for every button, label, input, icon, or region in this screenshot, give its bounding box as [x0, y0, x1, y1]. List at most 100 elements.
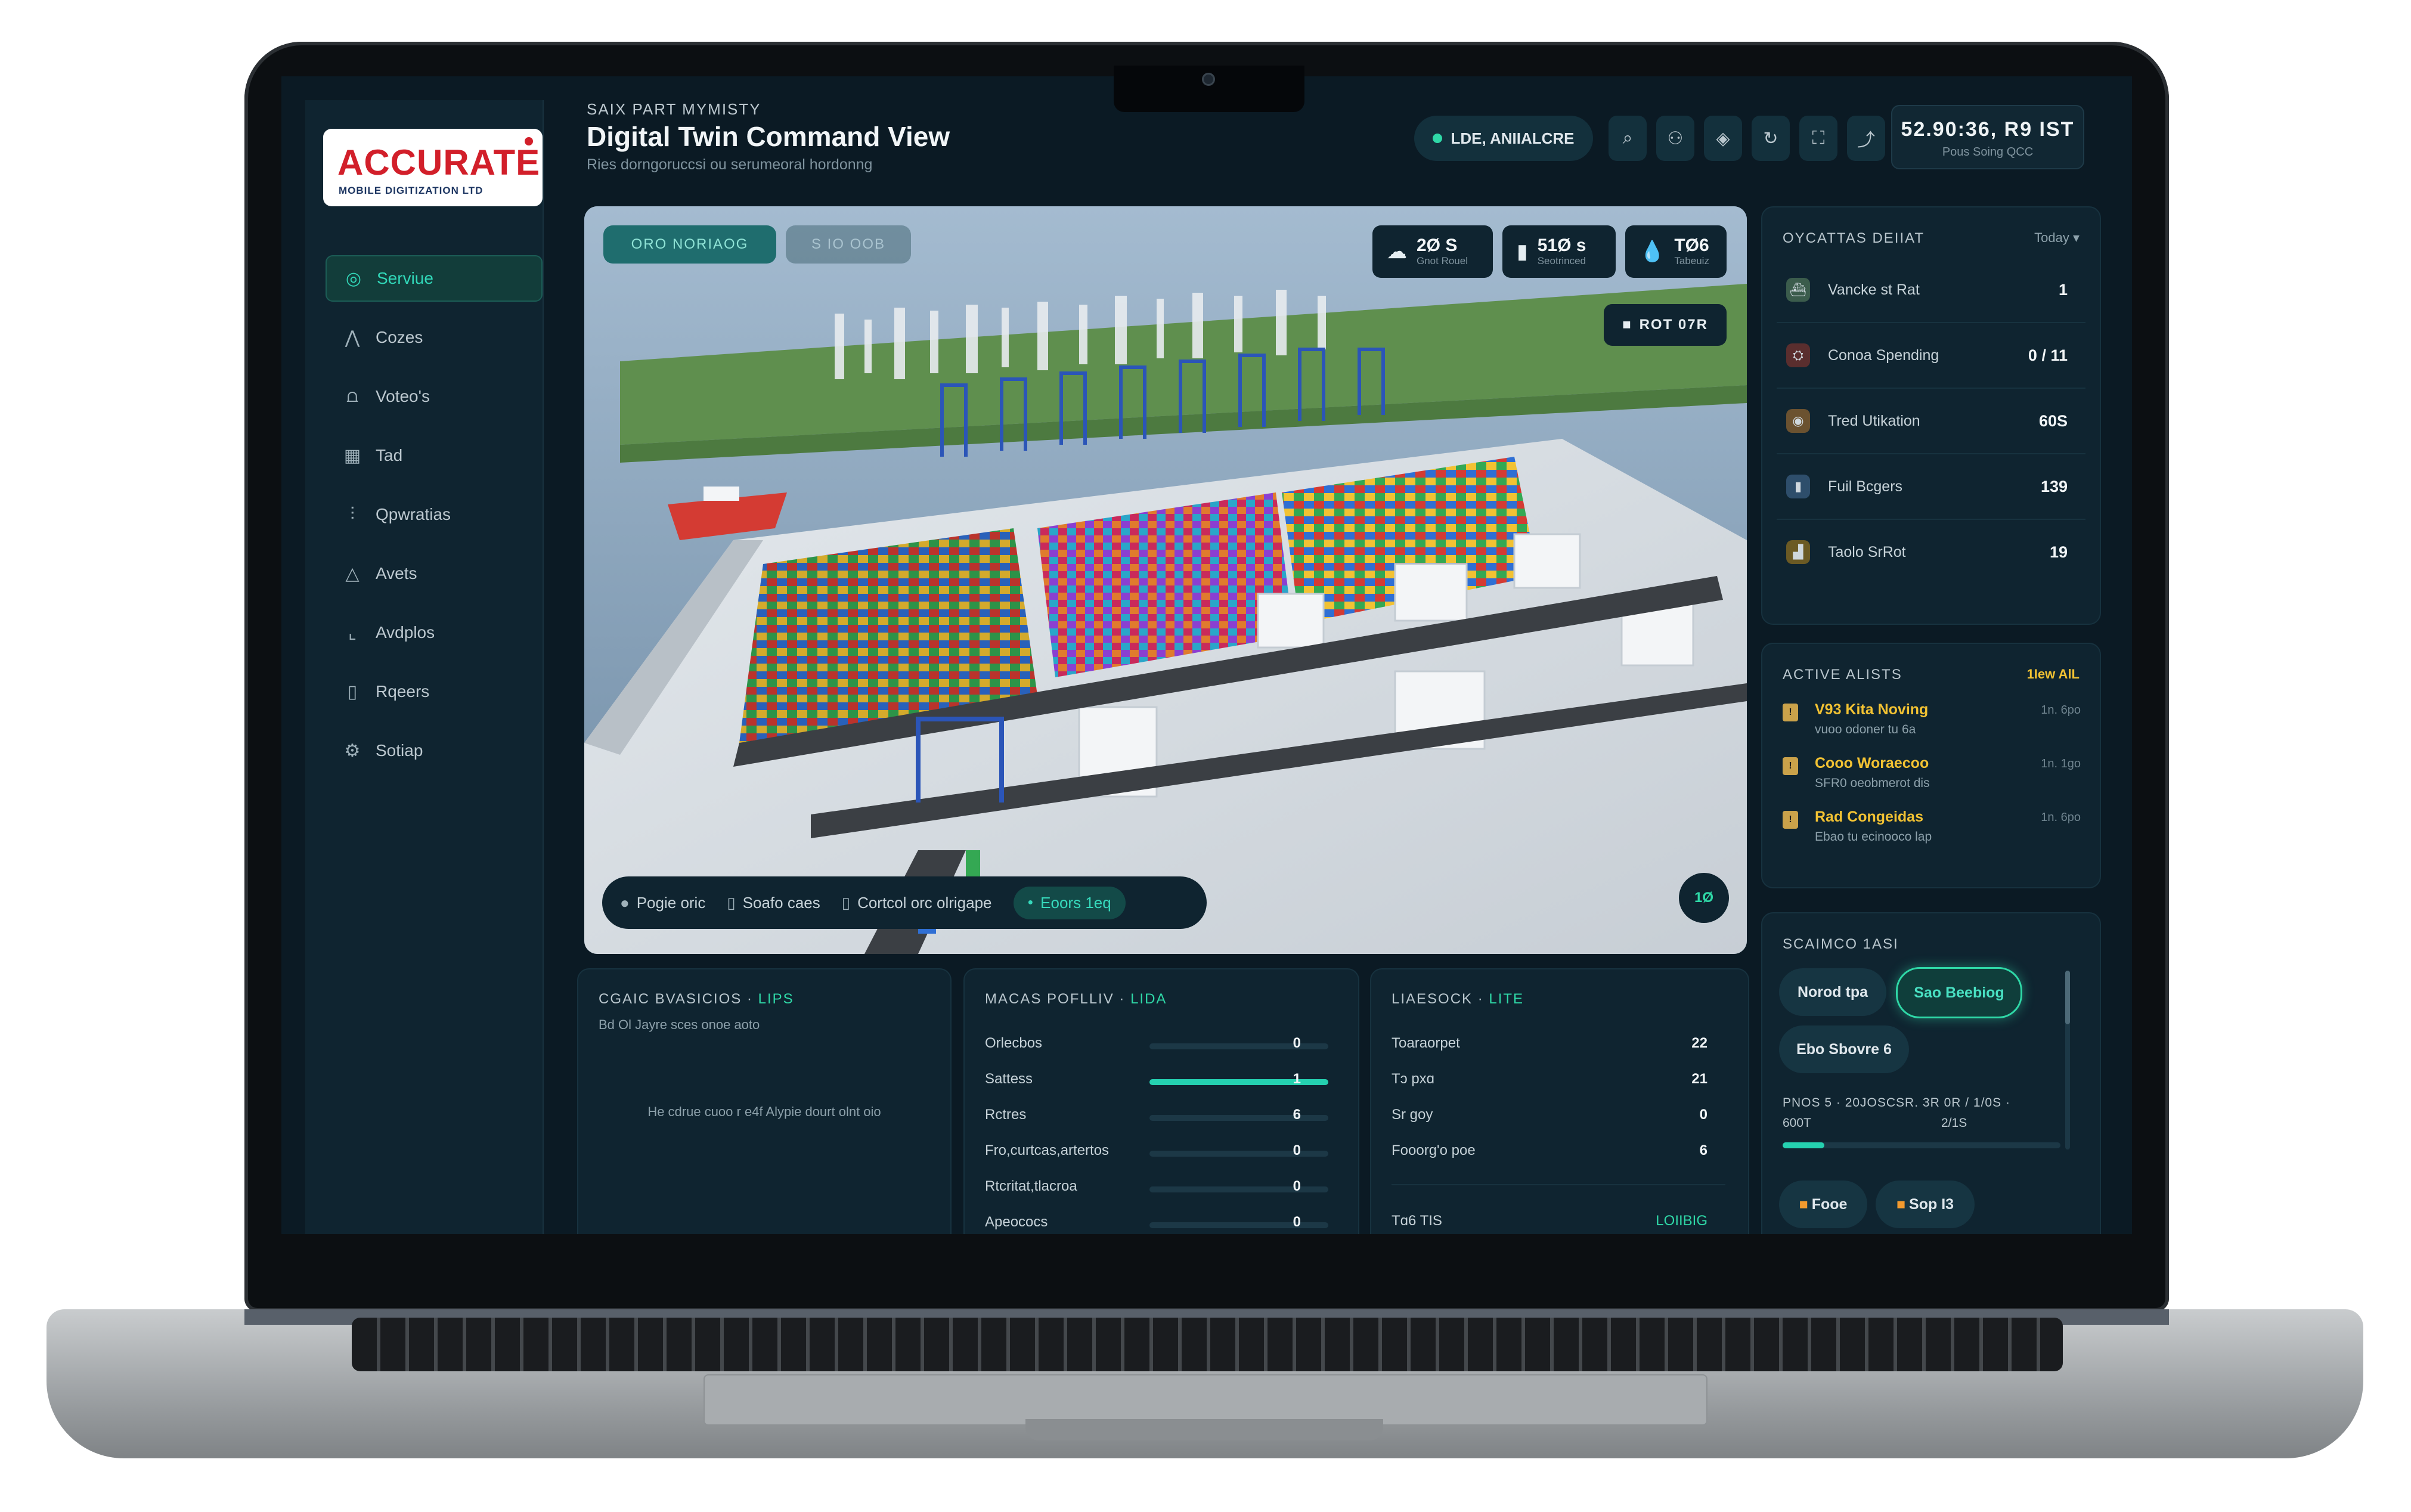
sidebar-item-label: Avets — [376, 564, 417, 583]
sidebar-item-vessels[interactable]: ⩍ Voteo's — [326, 373, 543, 420]
operations-row-value: 139 — [2040, 477, 2068, 495]
metrics-row-label: Sattess — [985, 1071, 1033, 1087]
metrics-bar — [1149, 1043, 1328, 1049]
share-icon[interactable]: ⤴ — [1847, 116, 1885, 161]
layer-toggle-active[interactable]: ● Eoors 1eq — [1013, 886, 1126, 919]
view-mode-tab[interactable]: S IO OOB — [786, 225, 911, 264]
view-mode-tab-active[interactable]: ORO NORIAOG — [603, 225, 776, 264]
sidebar-item-yard[interactable]: ▦ Tad — [326, 432, 543, 479]
sidebar-item-label: Cozes — [376, 328, 423, 346]
sidebar-item-alerts[interactable]: △ Avets — [326, 550, 543, 597]
alerts-title: ACTIVE ALISTS — [1783, 667, 1902, 683]
cargo-title-text: CGAIC BVASICIOS — [599, 991, 742, 1007]
ledger-row-label: Tɔ pxɑ — [1392, 1071, 1435, 1087]
operations-icon: ⫶ — [350, 504, 355, 524]
view-all-alerts-link[interactable]: 1Iew AlL — [2027, 667, 2080, 682]
sidebar-item-operations[interactable]: ⫶ Qpwratias — [326, 491, 543, 538]
sidebar-item-analytics[interactable]: ⌞ Avdplos — [326, 609, 543, 656]
wind-icon: ▮ — [1517, 240, 1528, 263]
sidebar-item-settings[interactable]: ⚙ Sotiap — [326, 727, 543, 774]
screen: ACCURATE MOBILE DIGITIZATION LTD ◎ Serviu… — [281, 76, 2132, 1234]
yard-icon: ◉ — [1786, 409, 1810, 433]
scenario-action-button[interactable]: ■ Fooe — [1779, 1181, 1867, 1228]
scrollbar-thumb[interactable] — [2065, 971, 2070, 1024]
weather-stat-label: Gnot Rouel — [1417, 255, 1468, 267]
search-icon[interactable]: ⌕ — [1609, 116, 1647, 161]
layer-toggle-label: Soafo caes — [742, 893, 820, 912]
alert-item[interactable]: ! Cooo Woraecoo SFR0 oeobmerot dis 1n. 1go — [1783, 755, 2081, 803]
logo[interactable]: ACCURATE MOBILE DIGITIZATION LTD — [323, 129, 543, 206]
ledger-title-text: LIAESOCK — [1392, 991, 1473, 1007]
sidebar-item-overview[interactable]: ◎ Serviue — [326, 255, 543, 302]
metrics-badge: LIDA — [1130, 991, 1167, 1007]
cargo-panel: CGAIC BVASICIOS · LIPS Bd Ol Jayre sces … — [577, 968, 952, 1234]
fullscreen-icon[interactable]: ⛶ — [1799, 116, 1837, 161]
scenario-chip[interactable]: Ebo Sbovre 6 — [1779, 1025, 1909, 1073]
metrics-bar — [1149, 1186, 1328, 1192]
alerts-panel: ACTIVE ALISTS 1Iew AlL ! V93 Kita Noving v… — [1761, 643, 2101, 888]
metrics-row-label: Fro,curtcas,artertos — [985, 1142, 1110, 1158]
sidebar-item-label: Qpwratias — [376, 505, 451, 523]
operations-row[interactable]: ▟ Taolo SrRot 19 — [1777, 520, 2085, 584]
stop-icon: ■ — [1896, 1195, 1906, 1213]
sidebar-item-cranes[interactable]: ⋀ Cozes — [326, 314, 543, 361]
scenario-action-label: Fooe — [1811, 1195, 1848, 1213]
live-status-button[interactable]: LDE, ANIIALCRE — [1414, 116, 1593, 161]
ledger-row-label: Sr goy — [1392, 1107, 1433, 1123]
operations-row-value: 1 — [2058, 280, 2068, 299]
alert-title: Rad Congeidas — [1815, 808, 1923, 825]
metrics-row-value: 6 — [1293, 1107, 1301, 1123]
alert-title: Cooo Woraecoo — [1815, 755, 1929, 772]
alert-item[interactable]: ! Rad Congeidas Ebao tu ecinooco lap 1n. 6p… — [1783, 808, 2081, 856]
ledger-row: Tɔ pxɑ 21 — [1392, 1071, 1725, 1091]
box-icon: ▯ — [727, 893, 736, 912]
warning-icon: ! — [1783, 811, 1798, 829]
metrics-title-text: MACAS POFLLIV — [985, 991, 1114, 1007]
layer-toggle[interactable]: ▯ Soafo caes — [727, 894, 820, 912]
user-icon[interactable]: ⚇ — [1656, 116, 1694, 161]
operations-row-value: 0 / 11 — [2028, 346, 2068, 364]
robot-icon: ■ — [1622, 317, 1632, 333]
operations-filter[interactable]: Today ▾ — [2034, 230, 2080, 246]
scenario-scrollbar[interactable] — [2065, 971, 2070, 1150]
sidebar-item-label: Rqeers — [376, 682, 430, 701]
ledger-row: Fooorg'o poe 6 — [1392, 1142, 1725, 1163]
operations-row[interactable]: ▮ Fuil Bcgers 139 — [1777, 454, 2085, 520]
metrics-bar — [1149, 1151, 1328, 1157]
ledger-row-value: 0 — [1699, 1107, 1707, 1123]
operations-row[interactable]: ◉ Tred Utikation 60S — [1777, 389, 2085, 454]
crane-icon: ⛭ — [1786, 343, 1810, 367]
layer-toggle[interactable]: ● Pogie oric — [620, 894, 705, 912]
operations-row-value: 19 — [2049, 543, 2068, 561]
layer-toggle-label: Eoors 1eq — [1040, 893, 1111, 912]
alert-time: 1n. 1go — [2041, 757, 2081, 770]
live-dot-icon — [1433, 134, 1443, 143]
cargo-badge: LIPS — [758, 991, 794, 1007]
alert-item[interactable]: ! V93 Kita Noving vuoo odoner tu 6a 1n. 6po — [1783, 701, 2081, 749]
operations-row[interactable]: ⛴ Vancke st Rat 1 — [1777, 258, 2085, 323]
wind-stat-value: 51Ø s — [1537, 236, 1586, 255]
location-icon: ● — [620, 893, 630, 912]
scenario-detail: PNOS 5 · 20JOSCSR. 3R 0R / 1/0S · — [1783, 1096, 2010, 1110]
refresh-icon[interactable]: ↻ — [1752, 116, 1790, 161]
metrics-panel: MACAS POFLLIV · LIDA Orlecbos 0 Sattess 1 … — [963, 968, 1359, 1234]
robot-status-button[interactable]: ■ ROT 07R — [1604, 304, 1727, 346]
vessel-icon: ⛴ — [1786, 278, 1810, 302]
layer-toggle[interactable]: ▯ Cortcol orc olrigape — [842, 894, 992, 912]
operations-row[interactable]: ⛭ Conoa Spending 0 / 11 — [1777, 323, 2085, 389]
water-stat-label: Tabeuiz — [1674, 255, 1709, 267]
zoom-level-button[interactable]: 1Ø — [1679, 873, 1729, 923]
sidebar-item-reports[interactable]: ▯ Rqeers — [326, 668, 543, 715]
scenario-title: SCAIMCO 1ASI — [1783, 936, 1899, 952]
scenario-chip-active[interactable]: Sao Beebiog — [1896, 967, 2022, 1018]
layers-icon[interactable]: ◈ — [1704, 116, 1742, 161]
metrics-row: Fro,curtcas,artertos 0 — [985, 1142, 1328, 1163]
clock: 52.90:36, R9 IST Pous Soing QCC — [1891, 105, 2084, 169]
weather-stat-value: 2Ø S — [1417, 236, 1458, 255]
chart-icon: ▟ — [1786, 540, 1810, 564]
scenario-action-button[interactable]: ■ Sop I3 — [1876, 1181, 1975, 1228]
digital-twin-view[interactable]: ORO NORIAOG S IO OOB ☁ 2Ø S Gnot Rouel ▮ … — [584, 206, 1747, 954]
scenario-chip[interactable]: Norod tpa — [1779, 968, 1886, 1016]
weather-icon: ☁ — [1387, 240, 1407, 263]
play-icon: ■ — [1799, 1195, 1808, 1213]
